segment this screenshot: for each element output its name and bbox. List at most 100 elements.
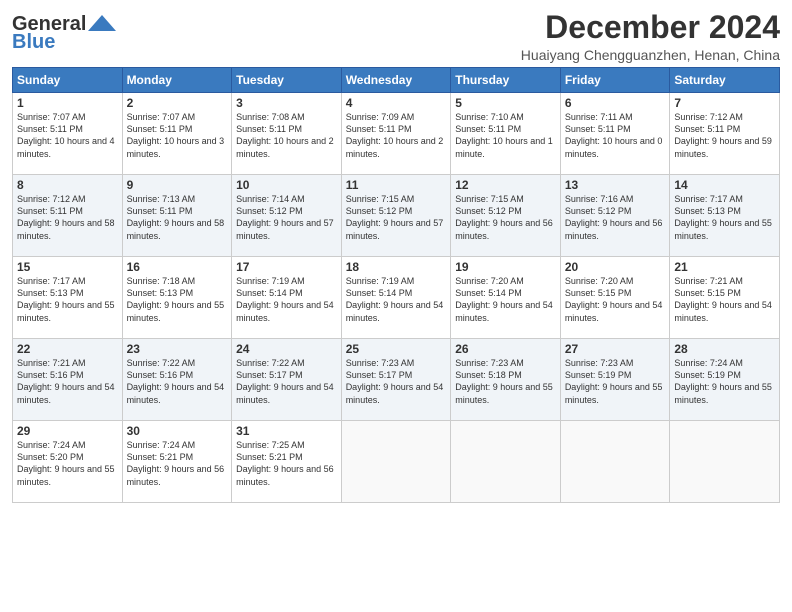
weekday-header-monday: Monday [122, 68, 232, 93]
day-number: 14 [674, 178, 775, 192]
cell-details: Sunrise: 7:12 AMSunset: 5:11 PMDaylight:… [17, 193, 118, 242]
location-subtitle: Huaiyang Chengguanzhen, Henan, China [521, 47, 780, 63]
calendar-cell: 6Sunrise: 7:11 AMSunset: 5:11 PMDaylight… [560, 93, 670, 175]
calendar-cell: 30Sunrise: 7:24 AMSunset: 5:21 PMDayligh… [122, 421, 232, 503]
cell-details: Sunrise: 7:07 AMSunset: 5:11 PMDaylight:… [17, 111, 118, 160]
day-number: 23 [127, 342, 228, 356]
calendar-cell: 19Sunrise: 7:20 AMSunset: 5:14 PMDayligh… [451, 257, 561, 339]
cell-details: Sunrise: 7:12 AMSunset: 5:11 PMDaylight:… [674, 111, 775, 160]
calendar-week-4: 22Sunrise: 7:21 AMSunset: 5:16 PMDayligh… [13, 339, 780, 421]
weekday-header-friday: Friday [560, 68, 670, 93]
weekday-header-thursday: Thursday [451, 68, 561, 93]
calendar-cell: 5Sunrise: 7:10 AMSunset: 5:11 PMDaylight… [451, 93, 561, 175]
weekday-header-row: SundayMondayTuesdayWednesdayThursdayFrid… [13, 68, 780, 93]
day-number: 20 [565, 260, 666, 274]
calendar-cell: 21Sunrise: 7:21 AMSunset: 5:15 PMDayligh… [670, 257, 780, 339]
calendar-cell [560, 421, 670, 503]
cell-details: Sunrise: 7:21 AMSunset: 5:15 PMDaylight:… [674, 275, 775, 324]
cell-details: Sunrise: 7:23 AMSunset: 5:19 PMDaylight:… [565, 357, 666, 406]
calendar-cell: 18Sunrise: 7:19 AMSunset: 5:14 PMDayligh… [341, 257, 451, 339]
cell-details: Sunrise: 7:22 AMSunset: 5:16 PMDaylight:… [127, 357, 228, 406]
cell-details: Sunrise: 7:21 AMSunset: 5:16 PMDaylight:… [17, 357, 118, 406]
day-number: 3 [236, 96, 337, 110]
cell-details: Sunrise: 7:22 AMSunset: 5:17 PMDaylight:… [236, 357, 337, 406]
day-number: 9 [127, 178, 228, 192]
day-number: 24 [236, 342, 337, 356]
calendar-cell: 25Sunrise: 7:23 AMSunset: 5:17 PMDayligh… [341, 339, 451, 421]
calendar-cell: 27Sunrise: 7:23 AMSunset: 5:19 PMDayligh… [560, 339, 670, 421]
calendar-cell: 22Sunrise: 7:21 AMSunset: 5:16 PMDayligh… [13, 339, 123, 421]
calendar-cell: 10Sunrise: 7:14 AMSunset: 5:12 PMDayligh… [232, 175, 342, 257]
calendar-cell: 3Sunrise: 7:08 AMSunset: 5:11 PMDaylight… [232, 93, 342, 175]
calendar-cell: 17Sunrise: 7:19 AMSunset: 5:14 PMDayligh… [232, 257, 342, 339]
day-number: 26 [455, 342, 556, 356]
cell-details: Sunrise: 7:24 AMSunset: 5:19 PMDaylight:… [674, 357, 775, 406]
day-number: 21 [674, 260, 775, 274]
day-number: 13 [565, 178, 666, 192]
cell-details: Sunrise: 7:13 AMSunset: 5:11 PMDaylight:… [127, 193, 228, 242]
day-number: 2 [127, 96, 228, 110]
calendar-week-2: 8Sunrise: 7:12 AMSunset: 5:11 PMDaylight… [13, 175, 780, 257]
calendar-cell: 31Sunrise: 7:25 AMSunset: 5:21 PMDayligh… [232, 421, 342, 503]
day-number: 10 [236, 178, 337, 192]
cell-details: Sunrise: 7:24 AMSunset: 5:21 PMDaylight:… [127, 439, 228, 488]
day-number: 30 [127, 424, 228, 438]
day-number: 25 [346, 342, 447, 356]
calendar-cell: 16Sunrise: 7:18 AMSunset: 5:13 PMDayligh… [122, 257, 232, 339]
day-number: 29 [17, 424, 118, 438]
calendar-cell: 29Sunrise: 7:24 AMSunset: 5:20 PMDayligh… [13, 421, 123, 503]
calendar-cell: 7Sunrise: 7:12 AMSunset: 5:11 PMDaylight… [670, 93, 780, 175]
day-number: 12 [455, 178, 556, 192]
cell-details: Sunrise: 7:19 AMSunset: 5:14 PMDaylight:… [346, 275, 447, 324]
calendar-cell: 14Sunrise: 7:17 AMSunset: 5:13 PMDayligh… [670, 175, 780, 257]
day-number: 6 [565, 96, 666, 110]
day-number: 31 [236, 424, 337, 438]
cell-details: Sunrise: 7:15 AMSunset: 5:12 PMDaylight:… [346, 193, 447, 242]
day-number: 22 [17, 342, 118, 356]
cell-details: Sunrise: 7:20 AMSunset: 5:14 PMDaylight:… [455, 275, 556, 324]
calendar-cell: 15Sunrise: 7:17 AMSunset: 5:13 PMDayligh… [13, 257, 123, 339]
calendar-cell: 23Sunrise: 7:22 AMSunset: 5:16 PMDayligh… [122, 339, 232, 421]
cell-details: Sunrise: 7:25 AMSunset: 5:21 PMDaylight:… [236, 439, 337, 488]
weekday-header-wednesday: Wednesday [341, 68, 451, 93]
calendar-week-5: 29Sunrise: 7:24 AMSunset: 5:20 PMDayligh… [13, 421, 780, 503]
day-number: 7 [674, 96, 775, 110]
weekday-header-tuesday: Tuesday [232, 68, 342, 93]
day-number: 1 [17, 96, 118, 110]
cell-details: Sunrise: 7:19 AMSunset: 5:14 PMDaylight:… [236, 275, 337, 324]
cell-details: Sunrise: 7:10 AMSunset: 5:11 PMDaylight:… [455, 111, 556, 160]
page-container: General Blue December 2024 Huaiyang Chen… [0, 0, 792, 509]
weekday-header-saturday: Saturday [670, 68, 780, 93]
cell-details: Sunrise: 7:23 AMSunset: 5:18 PMDaylight:… [455, 357, 556, 406]
day-number: 11 [346, 178, 447, 192]
calendar-cell: 2Sunrise: 7:07 AMSunset: 5:11 PMDaylight… [122, 93, 232, 175]
cell-details: Sunrise: 7:09 AMSunset: 5:11 PMDaylight:… [346, 111, 447, 160]
weekday-header-sunday: Sunday [13, 68, 123, 93]
day-number: 28 [674, 342, 775, 356]
cell-details: Sunrise: 7:07 AMSunset: 5:11 PMDaylight:… [127, 111, 228, 160]
calendar-cell: 24Sunrise: 7:22 AMSunset: 5:17 PMDayligh… [232, 339, 342, 421]
cell-details: Sunrise: 7:20 AMSunset: 5:15 PMDaylight:… [565, 275, 666, 324]
cell-details: Sunrise: 7:11 AMSunset: 5:11 PMDaylight:… [565, 111, 666, 160]
header: General Blue December 2024 Huaiyang Chen… [12, 10, 780, 63]
calendar-cell [670, 421, 780, 503]
cell-details: Sunrise: 7:17 AMSunset: 5:13 PMDaylight:… [674, 193, 775, 242]
logo-icon [88, 13, 116, 33]
cell-details: Sunrise: 7:18 AMSunset: 5:13 PMDaylight:… [127, 275, 228, 324]
calendar-table: SundayMondayTuesdayWednesdayThursdayFrid… [12, 67, 780, 503]
day-number: 15 [17, 260, 118, 274]
cell-details: Sunrise: 7:24 AMSunset: 5:20 PMDaylight:… [17, 439, 118, 488]
calendar-cell: 8Sunrise: 7:12 AMSunset: 5:11 PMDaylight… [13, 175, 123, 257]
day-number: 27 [565, 342, 666, 356]
title-block: December 2024 Huaiyang Chengguanzhen, He… [521, 10, 780, 63]
cell-details: Sunrise: 7:17 AMSunset: 5:13 PMDaylight:… [17, 275, 118, 324]
calendar-cell: 9Sunrise: 7:13 AMSunset: 5:11 PMDaylight… [122, 175, 232, 257]
month-title: December 2024 [521, 10, 780, 45]
calendar-cell: 28Sunrise: 7:24 AMSunset: 5:19 PMDayligh… [670, 339, 780, 421]
calendar-cell: 20Sunrise: 7:20 AMSunset: 5:15 PMDayligh… [560, 257, 670, 339]
cell-details: Sunrise: 7:23 AMSunset: 5:17 PMDaylight:… [346, 357, 447, 406]
cell-details: Sunrise: 7:08 AMSunset: 5:11 PMDaylight:… [236, 111, 337, 160]
cell-details: Sunrise: 7:14 AMSunset: 5:12 PMDaylight:… [236, 193, 337, 242]
calendar-cell: 4Sunrise: 7:09 AMSunset: 5:11 PMDaylight… [341, 93, 451, 175]
calendar-week-1: 1Sunrise: 7:07 AMSunset: 5:11 PMDaylight… [13, 93, 780, 175]
